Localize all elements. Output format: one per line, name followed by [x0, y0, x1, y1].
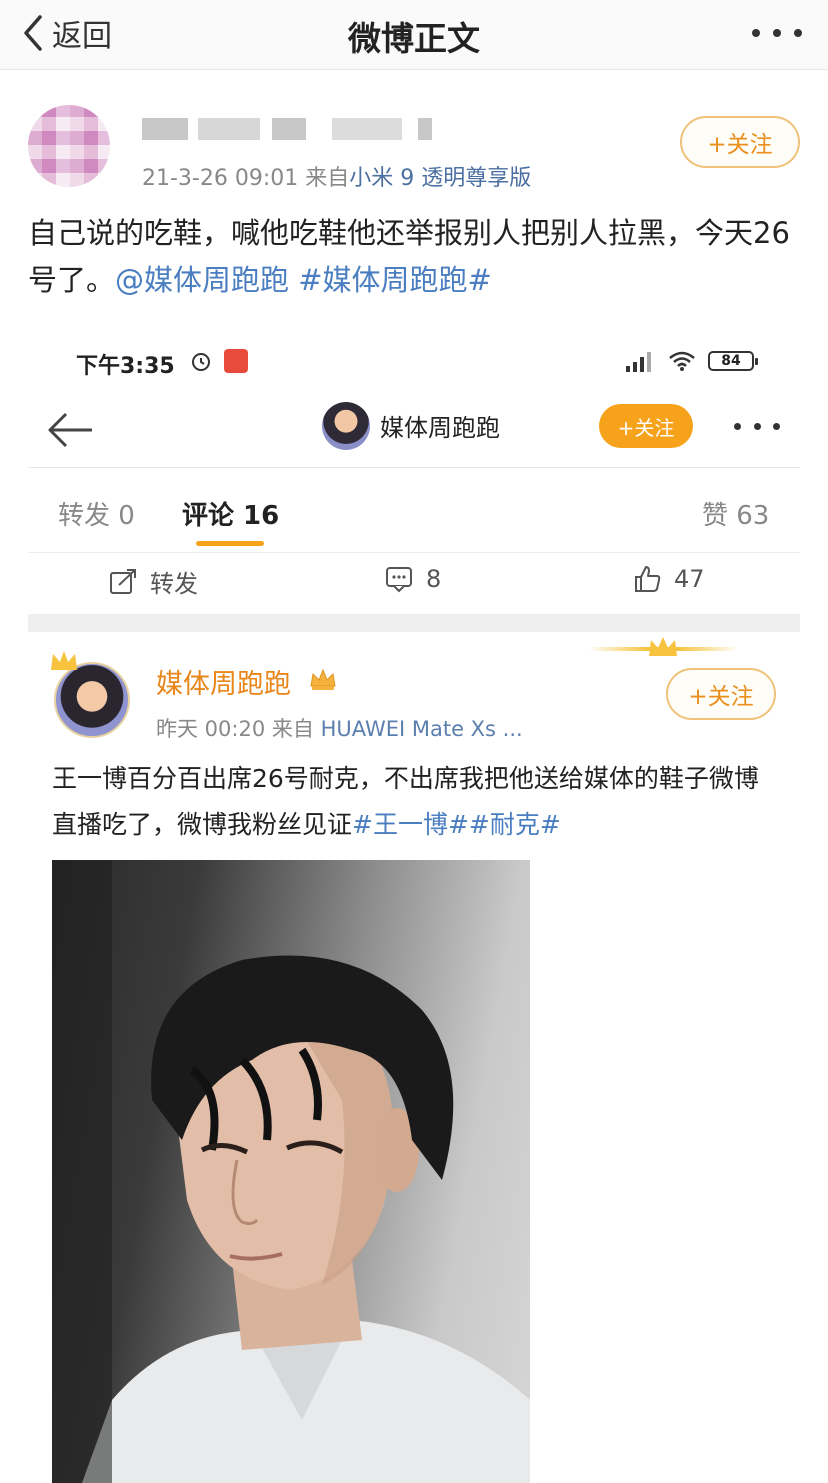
tab-comments[interactable]: 评论 16 — [182, 495, 279, 532]
post-meta: 21-3-26 09:01 来自小米 9 透明尊享版 — [142, 160, 531, 192]
original-post-meta: 昨天 00:20 来自 HUAWEI Mate Xs ... — [156, 713, 523, 743]
author-name-redacted[interactable] — [142, 114, 442, 146]
comment-count: 8 — [426, 565, 442, 593]
follow-button[interactable]: +关注 — [680, 116, 800, 168]
embedded-screenshot[interactable]: 下午3:35 84 媒体周跑跑 +关注 转发 0 评论 16 赞 63 转发 8… — [28, 332, 800, 1483]
interaction-tabs: 转发 0 评论 16 赞 63 — [28, 469, 800, 553]
avatar-crown-icon — [51, 651, 77, 670]
hashtag-link[interactable]: #媒体周跑跑# — [298, 263, 492, 297]
top-nav-bar: 返回 微博正文 — [0, 0, 828, 70]
inner-more-icon[interactable] — [734, 420, 780, 432]
wifi-icon — [669, 351, 695, 371]
portrait-image — [52, 860, 530, 1483]
inner-follow-button[interactable]: +关注 — [599, 404, 693, 448]
inner-nav-bar: 媒体周跑跑 +关注 — [28, 392, 800, 468]
signal-icon — [626, 352, 651, 372]
mention-link[interactable]: @媒体周跑跑 — [115, 263, 289, 297]
comment-icon — [386, 567, 412, 593]
original-post-text: 王一博百分百出席26号耐克，不出席我把他送给媒体的鞋子微博直播吃了，微博我粉丝见… — [52, 756, 782, 848]
repost-button[interactable]: 转发 — [108, 564, 198, 599]
original-follow-button[interactable]: +关注 — [666, 668, 776, 720]
crown-icon — [649, 637, 677, 656]
original-post-time: 昨天 00:20 — [156, 717, 266, 741]
comment-button[interactable]: 8 — [384, 564, 441, 594]
original-device[interactable]: HUAWEI Mate Xs ... — [321, 717, 523, 741]
section-divider — [28, 614, 800, 632]
app-notification-icon — [224, 349, 248, 373]
tab-reposts[interactable]: 转发 0 — [58, 495, 135, 532]
post-photo[interactable] — [52, 860, 530, 1483]
like-count: 47 — [674, 565, 705, 593]
original-hashtags[interactable]: #王一博##耐克# — [352, 810, 561, 839]
share-icon — [110, 568, 136, 594]
action-bar: 转发 8 47 — [28, 554, 800, 614]
page-title: 微博正文 — [348, 19, 480, 58]
inner-avatar[interactable] — [322, 402, 370, 450]
vip-crown-icon — [310, 668, 336, 690]
inner-username[interactable]: 媒体周跑跑 — [380, 408, 500, 443]
repost-label: 转发 — [150, 570, 198, 598]
more-options-icon[interactable] — [752, 20, 802, 46]
battery-icon: 84 — [708, 351, 758, 371]
post-from-label: 来自 — [305, 166, 350, 191]
tab-likes[interactable]: 赞 63 — [702, 495, 769, 532]
original-from-label: 来自 — [271, 717, 314, 741]
post-time: 21-3-26 09:01 — [142, 166, 299, 191]
alarm-icon — [192, 353, 210, 371]
thumbs-up-icon — [635, 566, 661, 592]
status-time: 下午3:35 — [76, 354, 175, 379]
like-button[interactable]: 47 — [632, 564, 705, 594]
original-author-name[interactable]: 媒体周跑跑 — [156, 662, 291, 701]
active-tab-indicator — [196, 541, 264, 546]
author-avatar[interactable] — [28, 105, 110, 187]
post-source[interactable]: 小米 9 透明尊享版 — [349, 166, 531, 191]
arrow-left-icon[interactable] — [44, 408, 96, 452]
post-text: 自己说的吃鞋，喊他吃鞋他还举报别人把别人拉黑，今天26号了。@媒体周跑跑 #媒体… — [28, 210, 808, 304]
